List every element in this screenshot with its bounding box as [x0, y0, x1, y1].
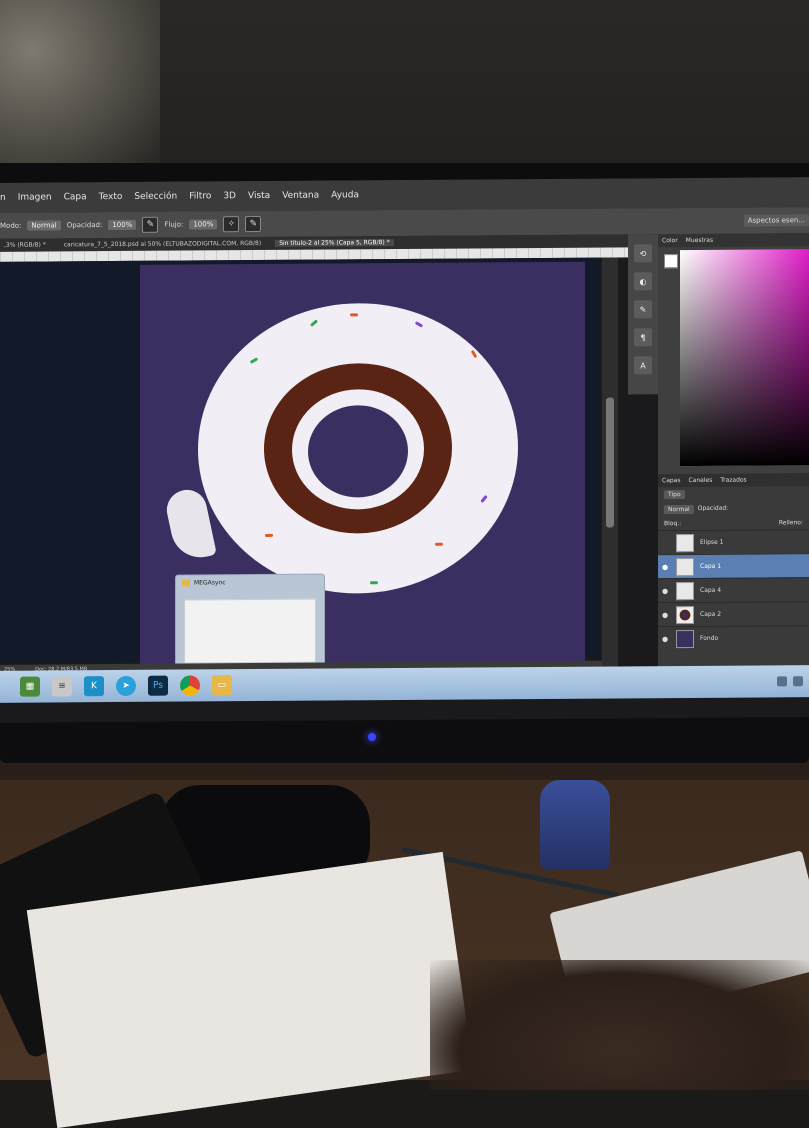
panel-icon-strip: ⟲ ◐ ✎ ¶ A — [628, 234, 658, 394]
telegram-app-icon[interactable]: ➤ — [116, 676, 136, 696]
lock-label: Bloq.: — [664, 520, 681, 527]
menu-item-image[interactable]: Imagen — [18, 192, 52, 202]
taskbar-thumbnail-preview[interactable]: MEGAsync — [175, 574, 325, 673]
layer-thumbnail — [676, 605, 694, 623]
layer-row[interactable]: ● Capa 4 — [658, 577, 809, 602]
layer-name: Elipse 1 — [700, 539, 723, 546]
mode-label: Modo: — [0, 222, 21, 230]
airbrush-icon[interactable]: ✧ — [223, 216, 239, 232]
layer-thumbnail — [676, 533, 694, 551]
layer-filter-select[interactable]: Tipo — [664, 490, 685, 499]
ink-bottle — [540, 780, 610, 870]
foreground-swatch[interactable] — [664, 254, 678, 268]
tab-layers[interactable]: Capas — [662, 477, 680, 484]
menu-item-file[interactable]: n — [0, 193, 6, 203]
layer-name: Capa 1 — [700, 563, 721, 570]
layer-row[interactable]: Elipse 1 — [658, 529, 809, 554]
system-tray — [777, 676, 809, 686]
thumbnail-title: MEGAsync — [194, 579, 226, 586]
lock-row: Bloq.: Relleno: — [658, 516, 809, 530]
layer-thumbnail — [676, 629, 694, 647]
layer-row[interactable]: ● Fondo — [658, 625, 809, 650]
flow-field[interactable]: 100% — [189, 219, 217, 229]
tab-channels[interactable]: Canales — [688, 477, 712, 484]
layer-name: Fondo — [700, 635, 718, 642]
eye-icon[interactable]: ● — [662, 635, 670, 643]
sprinkle — [435, 543, 443, 546]
layer-thumbnail — [676, 557, 694, 575]
menu-item-view[interactable]: Vista — [248, 191, 270, 201]
tab-swatches[interactable]: Muestras — [686, 237, 713, 244]
menu-item-3d[interactable]: 3D — [223, 191, 236, 201]
eye-icon[interactable]: ● — [662, 587, 670, 595]
pressure-opacity-icon[interactable]: ✎ — [142, 217, 158, 233]
layers-panel: Capas Canales Trazados Tipo Normal Opaci… — [658, 473, 809, 694]
character-icon[interactable]: A — [634, 356, 652, 374]
monitor-screen: n Imagen Capa Texto Selección Filtro 3D … — [0, 177, 809, 723]
explorer-app-icon[interactable]: ▦ — [20, 677, 40, 697]
blend-row: Normal Opacidad: — [658, 501, 809, 517]
sprinkle — [265, 534, 273, 537]
menu-item-select[interactable]: Selección — [134, 192, 177, 202]
layers-panel-tabs: Capas Canales Trazados — [658, 473, 809, 487]
color-picker-field[interactable] — [680, 249, 809, 466]
notepad-app-icon[interactable]: ≡ — [52, 676, 72, 696]
layer-name: Capa 2 — [700, 611, 721, 618]
blend-mode-select[interactable]: Normal — [664, 505, 694, 514]
menu-item-window[interactable]: Ventana — [282, 191, 319, 201]
menu-item-help[interactable]: Ayuda — [331, 190, 359, 200]
blurred-foreground — [430, 960, 809, 1090]
mode-select[interactable]: Normal — [27, 220, 60, 230]
folder-app-icon[interactable]: ▭ — [212, 675, 232, 695]
chrome-app-icon[interactable] — [180, 675, 200, 695]
tab-doc-1[interactable]: ,3% (RGB/8) * — [0, 241, 50, 248]
vertical-scrollbar[interactable] — [602, 258, 618, 678]
sprinkle — [350, 313, 358, 316]
kodi-app-icon[interactable]: K — [84, 676, 104, 696]
opacity-field[interactable]: 100% — [108, 220, 136, 230]
monitor-power-led — [368, 733, 376, 741]
layer-row[interactable]: ● Capa 2 — [658, 601, 809, 626]
tab-doc-3[interactable]: Sin título-2 al 25% (Capa 5, RGB/8) * — [275, 239, 393, 247]
color-panel-tabs: Color Muestras — [658, 233, 809, 247]
photoshop-app-icon[interactable]: Ps — [148, 676, 168, 696]
menu-item-layer[interactable]: Capa — [64, 192, 87, 202]
opacity-label: Opacidad: — [67, 221, 103, 229]
layer-thumbnail — [676, 581, 694, 599]
wall-light — [0, 0, 160, 170]
tray-icon[interactable] — [793, 676, 803, 686]
adjust-icon[interactable]: ◐ — [634, 272, 652, 290]
layer-row[interactable]: ● Capa 1 — [658, 553, 809, 578]
tray-icon[interactable] — [777, 676, 787, 686]
folder-icon — [182, 579, 190, 586]
eye-icon[interactable]: ● — [662, 611, 670, 619]
history-icon[interactable]: ⟲ — [634, 244, 652, 262]
tab-doc-2[interactable]: caricatura_7_5_2018.psd al 50% (ELTUBAZO… — [60, 240, 265, 248]
layer-name: Capa 4 — [700, 587, 721, 594]
windows-taskbar: ▦ ≡ K ➤ Ps ▭ — [0, 665, 809, 703]
pressure-size-icon[interactable]: ✎ — [245, 216, 261, 232]
right-panels: Color Muestras Capas Canales Trazados Ti… — [658, 233, 809, 694]
tab-paths[interactable]: Trazados — [720, 477, 746, 484]
fill-label: Relleno: — [779, 519, 803, 526]
paragraph-icon[interactable]: ¶ — [634, 328, 652, 346]
tab-color[interactable]: Color — [662, 237, 678, 244]
brush-preset-icon[interactable]: ✎ — [634, 300, 652, 318]
workspace-button[interactable]: Aspectos esen... — [744, 214, 809, 226]
menu-item-filter[interactable]: Filtro — [189, 191, 211, 201]
eye-icon[interactable]: ● — [662, 563, 670, 571]
donut-hole — [308, 405, 408, 498]
thumbnail-title-row: MEGAsync — [176, 575, 324, 591]
sprinkle — [370, 581, 378, 584]
layer-opacity-label: Opacidad: — [698, 505, 729, 514]
scrollbar-thumb[interactable] — [606, 398, 614, 528]
thumbnail-window-preview — [184, 599, 316, 664]
flow-label: Flujo: — [164, 221, 183, 229]
menu-item-type[interactable]: Texto — [99, 192, 123, 202]
layer-filter-row: Tipo — [658, 486, 809, 502]
